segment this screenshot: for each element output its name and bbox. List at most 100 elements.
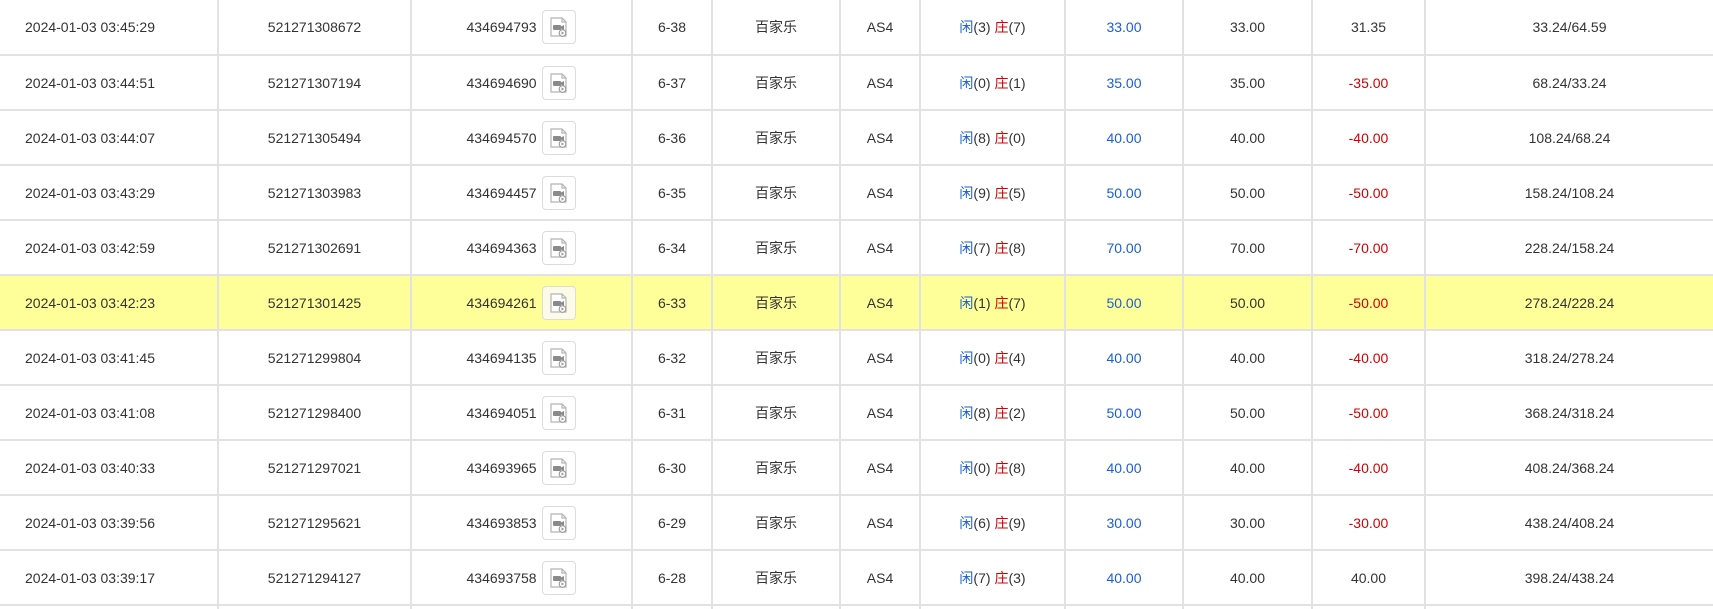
bet-record-row[interactable]: 2024-01-03 03:42:23 521271301425 4346942… <box>0 275 1713 331</box>
player-points: (6) <box>973 514 991 531</box>
video-replay-icon[interactable] <box>542 65 577 100</box>
order-id-cell: 521271298400 <box>218 385 412 441</box>
partial-cell <box>920 605 1066 609</box>
video-replay-glyph <box>550 402 568 423</box>
order-id-cell: 521271301425 <box>218 275 412 331</box>
player-points: (3) <box>973 19 991 35</box>
balance-cell: 438.24/408.24 <box>1425 495 1713 551</box>
bet-amount-cell[interactable]: 50.00 <box>1065 275 1184 331</box>
win-loss-cell: -35.00 <box>1312 55 1426 111</box>
round-id-cell: 434694135 <box>411 330 633 386</box>
valid-bet-cell: 40.00 <box>1183 440 1313 496</box>
banker-label: 庄 <box>994 514 1009 531</box>
round-id: 434694457 <box>466 184 537 201</box>
valid-bet-cell: 50.00 <box>1183 165 1313 221</box>
video-replay-icon[interactable] <box>542 175 577 210</box>
round-id: 434694570 <box>466 129 537 146</box>
round-id: 434694793 <box>466 19 537 35</box>
shoe-round-cell: 6-33 <box>632 275 713 331</box>
banker-points: (0) <box>1008 129 1026 146</box>
video-replay-icon[interactable] <box>542 395 577 430</box>
game-name-cell: 百家乐 <box>712 385 841 441</box>
bet-amount-cell[interactable]: 35.00 <box>1065 55 1184 111</box>
banker-points: (7) <box>1008 19 1026 35</box>
bet-amount-cell[interactable]: 40.00 <box>1065 440 1184 496</box>
bet-record-row[interactable]: 2024-01-03 03:44:51 521271307194 4346946… <box>0 55 1713 111</box>
partial-cell <box>1425 605 1713 609</box>
partial-cell <box>1065 605 1184 609</box>
order-id-cell: 521271307194 <box>218 55 412 111</box>
bet-record-row[interactable]: 2024-01-03 03:41:45 521271299804 4346941… <box>0 330 1713 386</box>
bet-record-row[interactable]: 2024-01-03 03:42:59 521271302691 4346943… <box>0 220 1713 276</box>
result-cell: 闲(7) 庄(3) <box>920 550 1066 606</box>
win-loss-cell: -50.00 <box>1312 275 1426 331</box>
balance-cell: 228.24/158.24 <box>1425 220 1713 276</box>
result-cell: 闲(8) 庄(2) <box>920 385 1066 441</box>
partial-cell <box>712 605 841 609</box>
shoe-round-cell: 6-36 <box>632 110 713 166</box>
game-name-cell: 百家乐 <box>712 220 841 276</box>
bet-record-row[interactable]: 2024-01-03 03:40:33 521271297021 4346939… <box>0 440 1713 496</box>
bet-time-cell: 2024-01-03 03:41:45 <box>0 330 219 386</box>
video-replay-icon[interactable] <box>542 450 577 485</box>
bet-amount-cell[interactable]: 33.00 <box>1065 0 1184 56</box>
video-replay-icon[interactable] <box>542 285 577 320</box>
game-name-cell: 百家乐 <box>712 275 841 331</box>
partial-cell <box>840 605 921 609</box>
player-label: 闲 <box>959 459 974 476</box>
bet-amount-cell[interactable]: 50.00 <box>1065 165 1184 221</box>
win-loss-cell: -40.00 <box>1312 440 1426 496</box>
player-label: 闲 <box>959 19 974 35</box>
game-name-cell: 百家乐 <box>712 330 841 386</box>
video-replay-icon[interactable] <box>542 560 577 595</box>
shoe-round-cell: 6-28 <box>632 550 713 606</box>
video-replay-glyph <box>550 17 568 37</box>
partial-cell <box>0 605 219 609</box>
video-replay-icon[interactable] <box>542 10 577 44</box>
bet-record-row[interactable]: 2024-01-03 03:43:29 521271303983 4346944… <box>0 165 1713 221</box>
bet-record-row[interactable]: 2024-01-03 03:41:08 521271298400 4346940… <box>0 385 1713 441</box>
round-id: 434694690 <box>466 74 537 91</box>
round-id: 434694051 <box>466 404 537 421</box>
video-replay-glyph <box>550 182 568 203</box>
bet-amount-cell[interactable]: 40.00 <box>1065 110 1184 166</box>
table-code-cell: AS4 <box>840 550 921 606</box>
video-replay-glyph <box>550 347 568 368</box>
bet-amount-cell[interactable]: 70.00 <box>1065 220 1184 276</box>
bet-amount-cell[interactable]: 50.00 <box>1065 385 1184 441</box>
player-points: (8) <box>973 404 991 421</box>
valid-bet-cell: 40.00 <box>1183 550 1313 606</box>
video-replay-icon[interactable] <box>542 505 577 540</box>
player-points: (9) <box>973 184 991 201</box>
bet-amount-cell[interactable]: 40.00 <box>1065 330 1184 386</box>
game-name-cell: 百家乐 <box>712 550 841 606</box>
win-loss-cell: -30.00 <box>1312 495 1426 551</box>
video-replay-glyph <box>550 127 568 148</box>
video-replay-icon[interactable] <box>542 340 577 375</box>
valid-bet-cell: 40.00 <box>1183 330 1313 386</box>
round-id: 434694261 <box>466 294 537 311</box>
bet-amount-cell[interactable]: 30.00 <box>1065 495 1184 551</box>
game-name-cell: 百家乐 <box>712 165 841 221</box>
order-id-cell: 521271299804 <box>218 330 412 386</box>
win-loss-cell: -40.00 <box>1312 110 1426 166</box>
bet-record-row[interactable]: 2024-01-03 03:39:56 521271295621 4346938… <box>0 495 1713 551</box>
banker-points: (1) <box>1008 74 1026 91</box>
bet-record-row[interactable]: 2024-01-03 03:44:07 521271305494 4346945… <box>0 110 1713 166</box>
valid-bet-cell: 50.00 <box>1183 275 1313 331</box>
bet-records-table: 2024-01-03 03:45:29 521271308672 4346947… <box>0 0 1713 609</box>
bet-time-cell: 2024-01-03 03:39:17 <box>0 550 219 606</box>
balance-cell: 398.24/438.24 <box>1425 550 1713 606</box>
bet-time-cell: 2024-01-03 03:43:29 <box>0 165 219 221</box>
round-id: 434693853 <box>466 514 537 531</box>
order-id-cell: 521271302691 <box>218 220 412 276</box>
video-replay-icon[interactable] <box>542 230 577 265</box>
order-id-cell: 521271308672 <box>218 0 412 56</box>
player-points: (0) <box>973 459 991 476</box>
bet-amount-cell[interactable]: 40.00 <box>1065 550 1184 606</box>
video-replay-icon[interactable] <box>542 120 577 155</box>
bet-record-row[interactable]: 2024-01-03 03:45:29 521271308672 4346947… <box>0 0 1713 56</box>
table-code-cell: AS4 <box>840 495 921 551</box>
balance-cell: 368.24/318.24 <box>1425 385 1713 441</box>
bet-record-row[interactable]: 2024-01-03 03:39:17 521271294127 4346937… <box>0 550 1713 606</box>
